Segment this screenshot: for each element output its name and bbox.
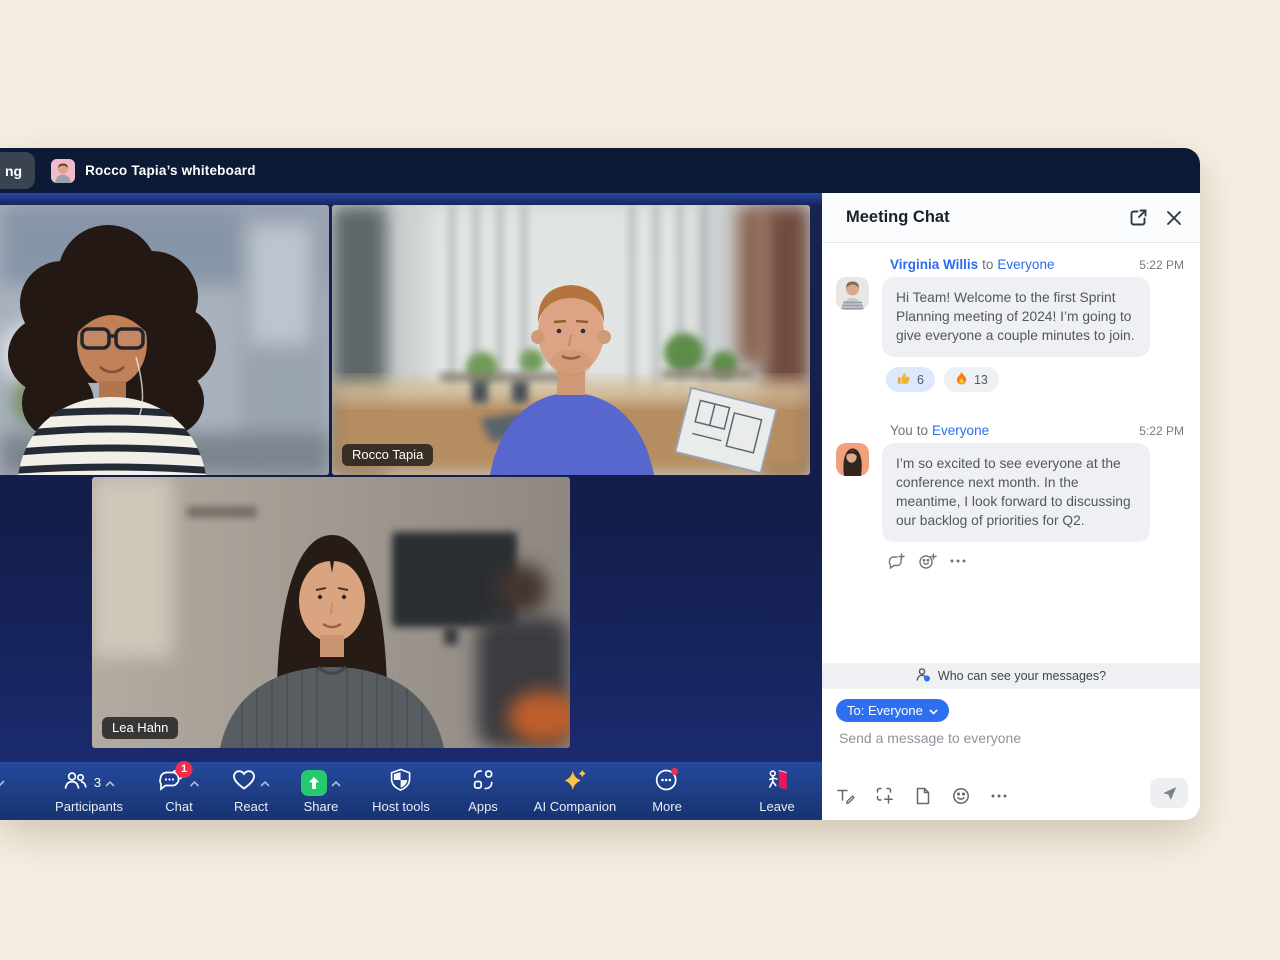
message-header: You to Everyone 5:22 PM <box>890 423 1184 438</box>
privacy-icon <box>916 667 931 685</box>
share-label: Share <box>304 799 339 814</box>
chat-header: Meeting Chat <box>822 193 1200 243</box>
recipient-name: Everyone <box>997 257 1054 272</box>
shield-icon <box>390 768 413 797</box>
privacy-note[interactable]: Who can see your messages? <box>822 663 1200 689</box>
rocco-tapia-video <box>332 205 810 475</box>
chat-title: Meeting Chat <box>846 208 1111 227</box>
close-icon[interactable] <box>1166 210 1182 226</box>
more-button[interactable]: More <box>652 769 682 814</box>
video-stage: Rocco Tapia <box>0 193 822 820</box>
participants-count: 3 <box>94 775 101 790</box>
message-time: 5:22 PM <box>1139 258 1184 272</box>
chevron-up-icon[interactable] <box>260 774 270 792</box>
emoji-icon[interactable] <box>952 787 970 805</box>
chevron-up-icon[interactable] <box>331 774 341 792</box>
apps-button[interactable]: Apps <box>468 769 498 814</box>
file-icon[interactable] <box>915 787 931 805</box>
whiteboard-owner-avatar <box>51 159 75 183</box>
message-bubble: Hi Team! Welcome to the first Sprint Pla… <box>882 277 1150 357</box>
chat-label: Chat <box>165 799 192 814</box>
meeting-chat-panel: Meeting Chat Virginia Willis to Everyone… <box>822 193 1200 820</box>
ai-companion-label: AI Companion <box>534 799 616 814</box>
heart-icon <box>232 769 256 796</box>
screenshot-icon[interactable] <box>876 787 894 805</box>
message-row: Hi Team! Welcome to the first Sprint Pla… <box>836 277 1184 357</box>
recipient-selector[interactable]: To: Everyone <box>836 699 949 722</box>
video-tile-lea-hahn[interactable]: Lea Hahn <box>92 477 570 748</box>
reaction-count: 13 <box>974 373 988 387</box>
message-header: Virginia Willis to Everyone 5:22 PM <box>890 257 1184 272</box>
avatar-you <box>836 443 869 476</box>
reaction-fire[interactable]: 13 <box>944 367 999 392</box>
share-button[interactable]: Share <box>301 769 341 814</box>
video-tile-rocco-tapia[interactable]: Rocco Tapia <box>332 205 810 475</box>
message-time: 5:22 PM <box>1139 424 1184 438</box>
nametag-rocco-tapia: Rocco Tapia <box>342 444 433 466</box>
composer: To: Everyone <box>822 689 1200 820</box>
sender-name: Virginia Willis <box>890 257 978 272</box>
chevron-up-icon[interactable] <box>105 774 115 792</box>
message-actions <box>888 553 1184 569</box>
message-input[interactable] <box>837 729 1181 747</box>
reaction-count: 6 <box>917 373 924 387</box>
to-word: to <box>982 257 993 272</box>
participant-1-video <box>0 205 329 475</box>
chat-icon: 1 <box>159 769 186 797</box>
lea-hahn-video <box>92 477 570 748</box>
privacy-text: Who can see your messages? <box>938 669 1106 683</box>
chat-button[interactable]: 1 Chat <box>159 769 200 814</box>
more-compose-icon[interactable] <box>991 794 1007 798</box>
window-topbar: ng Rocco Tapia’s whiteboard <box>0 148 1200 193</box>
nametag-lea-hahn: Lea Hahn <box>102 717 178 739</box>
recipient-name: Everyone <box>932 423 989 438</box>
reply-in-thread-icon[interactable] <box>888 553 906 569</box>
message-bubble: I’m so excited to see everyone at the co… <box>882 443 1150 542</box>
react-label: React <box>234 799 268 814</box>
leave-label: Leave <box>759 799 794 814</box>
host-tools-label: Host tools <box>372 799 430 814</box>
reaction-thumbs-up[interactable]: 6 <box>886 367 935 392</box>
send-button[interactable] <box>1150 778 1188 808</box>
more-options-icon[interactable] <box>950 559 966 563</box>
message-row: I’m so excited to see everyone at the co… <box>836 443 1184 542</box>
add-reaction-icon[interactable] <box>919 553 937 569</box>
video-tile-participant-1[interactable] <box>0 205 329 475</box>
participants-button[interactable]: 3 Participants <box>55 769 123 814</box>
meeting-toolbar: 3 Participants 1 <box>0 762 822 820</box>
fire-icon <box>955 371 968 389</box>
ai-sparkle-icon <box>562 768 588 798</box>
composer-toolbar <box>836 787 1007 805</box>
ai-companion-button[interactable]: AI Companion <box>534 769 616 814</box>
chevron-down-icon <box>929 703 938 718</box>
share-screen-icon <box>301 770 327 796</box>
more-circle-icon <box>654 767 680 798</box>
participants-label: Participants <box>55 799 123 814</box>
thumbs-up-icon <box>897 371 911 388</box>
chat-unread-badge: 1 <box>176 761 193 778</box>
participants-icon <box>63 770 88 796</box>
sender-name: You <box>890 423 913 438</box>
apps-label: Apps <box>468 799 498 814</box>
leave-button[interactable]: Leave <box>759 769 794 814</box>
meeting-window: Rocco Tapia <box>0 148 1200 820</box>
apps-icon <box>471 768 495 797</box>
avatar-virginia-willis <box>836 277 869 310</box>
leave-door-icon <box>765 768 789 797</box>
message-reactions: 6 13 <box>886 367 1184 392</box>
chevron-up-icon[interactable] <box>190 774 200 792</box>
more-label: More <box>652 799 682 814</box>
host-tools-button[interactable]: Host tools <box>372 769 430 814</box>
react-button[interactable]: React <box>232 769 270 814</box>
whiteboard-title: Rocco Tapia’s whiteboard <box>85 163 256 178</box>
popout-icon[interactable] <box>1129 208 1148 227</box>
cutoff-control-icon <box>0 778 7 809</box>
cutoff-tab[interactable]: ng <box>0 152 35 189</box>
format-text-icon[interactable] <box>836 787 855 805</box>
to-selector-text: To: Everyone <box>847 703 923 718</box>
chat-messages: Virginia Willis to Everyone 5:22 PM <box>822 244 1200 663</box>
to-word: to <box>917 423 928 438</box>
